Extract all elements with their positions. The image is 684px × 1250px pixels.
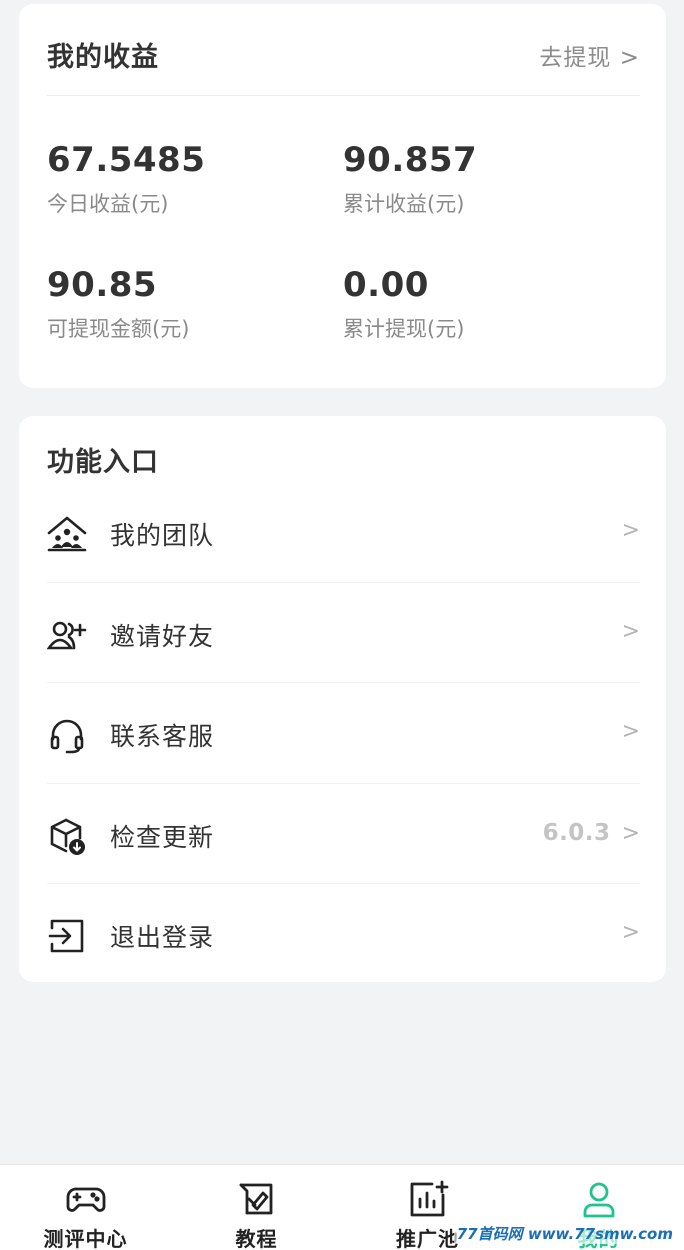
- today-earnings-stat: 67.5485 今日收益(元): [47, 140, 327, 218]
- tab-label: 测评中心: [43, 1227, 128, 1250]
- chart-plus-icon: [406, 1179, 450, 1219]
- functions-title: 功能入口: [47, 447, 159, 478]
- menu-item-label: 联系客服: [110, 722, 215, 751]
- total-withdrawn-stat: 0.00 累计提现(元): [343, 265, 623, 343]
- profile-page: 我的收益 去提现 > 67.5485 今日收益(元) 90.857 累计收益(元…: [0, 0, 684, 1250]
- team-house-icon: [47, 514, 87, 554]
- menu-arrow: >: [621, 719, 640, 744]
- menu-item-label: 退出登录: [110, 923, 215, 952]
- version-info: 6.0.3 >: [543, 820, 640, 846]
- user-icon: [577, 1179, 621, 1219]
- menu-item-logout[interactable]: 退出登录 >: [47, 884, 640, 985]
- total-earnings-value: 90.857: [343, 140, 478, 180]
- chevron-right-icon: >: [622, 619, 640, 644]
- earnings-title: 我的收益: [47, 42, 159, 73]
- chevron-right-icon: >: [622, 920, 640, 945]
- menu-item-label: 我的团队: [110, 521, 215, 550]
- withdrawable-amount-stat: 90.85 可提现金额(元): [47, 265, 327, 343]
- gamepad-icon: [64, 1179, 108, 1219]
- total-withdrawn-value: 0.00: [343, 265, 429, 305]
- logout-icon: [47, 916, 87, 956]
- withdraw-link[interactable]: 去提现 >: [539, 38, 640, 72]
- tab-label: 教程: [235, 1227, 278, 1250]
- functions-card: 功能入口 我的团队 > 邀请好友 > 联系客服 > 检查更新 6.0.3 > 退…: [19, 416, 666, 982]
- functions-menu: 我的团队 > 邀请好友 > 联系客服 > 检查更新 6.0.3 > 退出登录 >: [46, 482, 640, 985]
- version-number: 6.0.3: [542, 819, 611, 846]
- add-user-icon: [46, 615, 87, 655]
- chevron-right-icon: >: [622, 719, 640, 744]
- tab-tutorial[interactable]: 教程: [171, 1165, 342, 1250]
- menu-arrow: >: [621, 920, 640, 945]
- menu-item-my-team[interactable]: 我的团队 >: [47, 482, 640, 583]
- watermark: 77首码网 www.77smw.com: [453, 1223, 676, 1244]
- earnings-header: 我的收益 去提现 >: [47, 4, 640, 96]
- withdrawable-amount-label: 可提现金额(元): [47, 317, 190, 341]
- today-earnings-label: 今日收益(元): [47, 192, 169, 216]
- tab-review-center[interactable]: 测评中心: [0, 1165, 171, 1250]
- menu-item-label: 检查更新: [110, 822, 215, 852]
- headset-icon: [47, 715, 87, 755]
- menu-item-invite-friends[interactable]: 邀请好友 >: [46, 583, 640, 683]
- menu-item-customer-service[interactable]: 联系客服 >: [47, 683, 640, 784]
- menu-arrow: >: [621, 518, 640, 543]
- menu-arrow: >: [621, 618, 640, 644]
- chevron-right-icon: >: [622, 518, 640, 543]
- total-withdrawn-label: 累计提现(元): [343, 317, 465, 341]
- menu-item-check-update[interactable]: 检查更新 6.0.3 >: [47, 784, 640, 884]
- total-earnings-stat: 90.857 累计收益(元): [343, 140, 623, 218]
- menu-item-label: 邀请好友: [110, 621, 215, 651]
- earnings-card: 我的收益 去提现 > 67.5485 今日收益(元) 90.857 累计收益(元…: [19, 4, 666, 388]
- tutorial-icon: [235, 1179, 279, 1219]
- menu-arrow: >: [621, 820, 640, 846]
- total-earnings-label: 累计收益(元): [343, 192, 465, 216]
- withdrawable-amount-value: 90.85: [47, 265, 158, 305]
- update-box-icon: [47, 816, 87, 856]
- today-earnings-value: 67.5485: [47, 140, 206, 180]
